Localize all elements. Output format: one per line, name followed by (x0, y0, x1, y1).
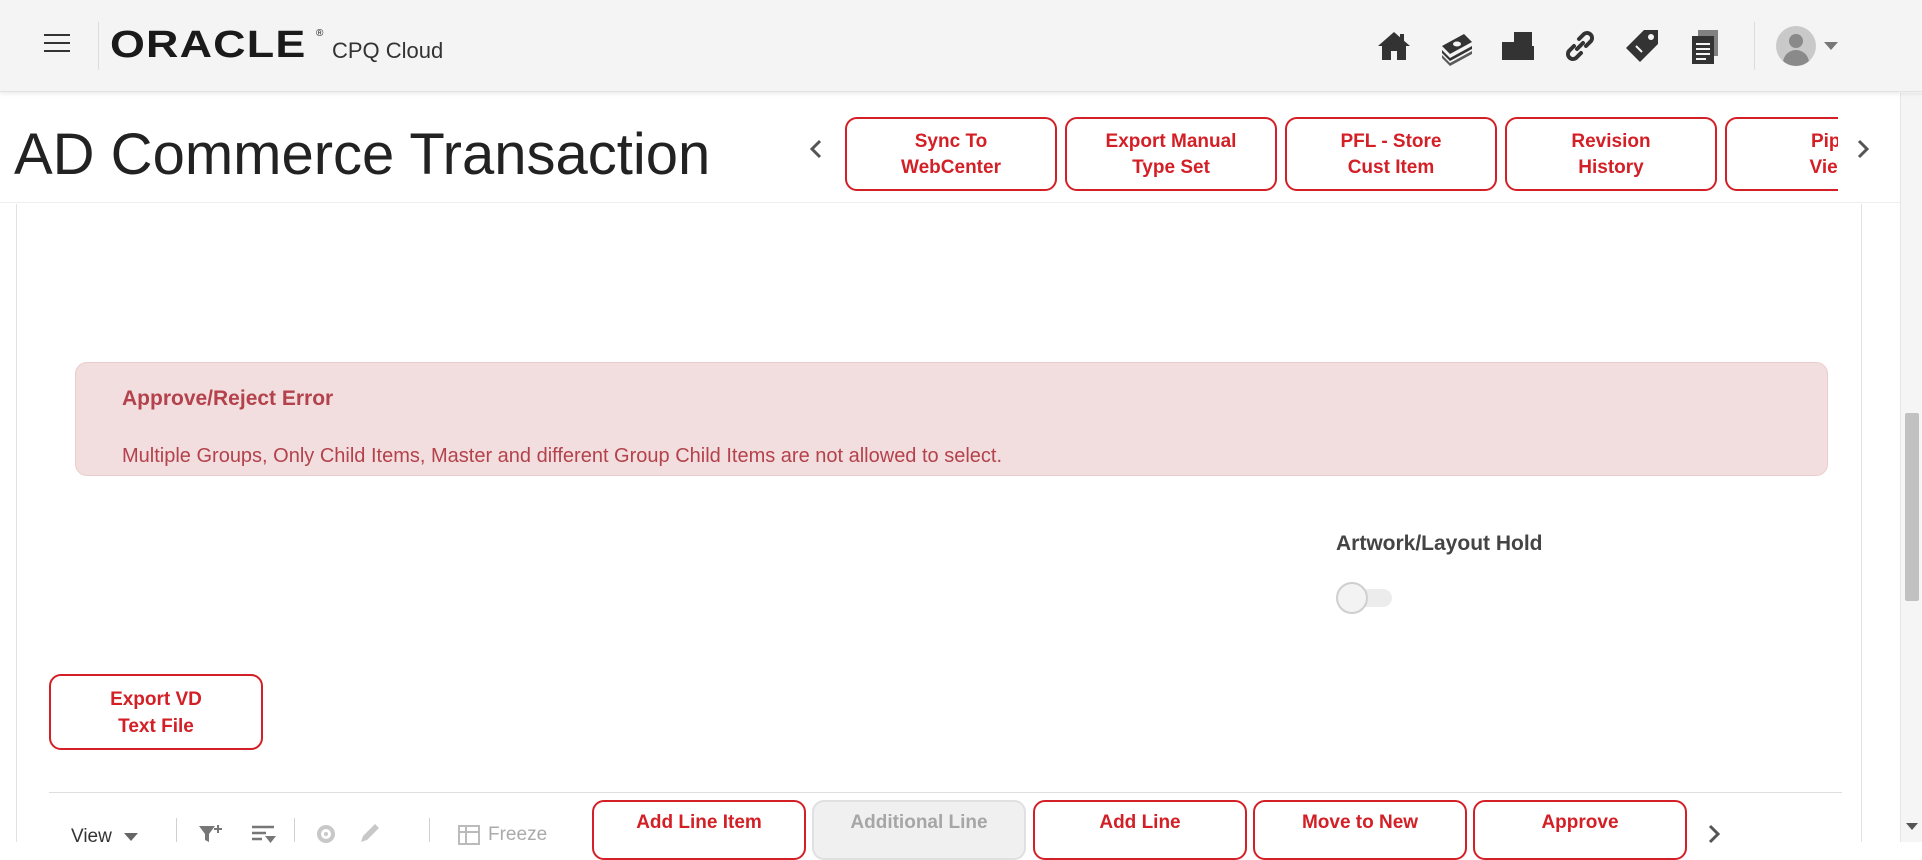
oracle-logo[interactable]: ORACLE ® (110, 24, 323, 66)
error-message: Multiple Groups, Only Child Items, Maste… (122, 445, 1003, 467)
export-vd-text-file-button[interactable]: Export VD Text File (49, 674, 263, 750)
user-menu[interactable] (1776, 24, 1846, 68)
view-label: View (71, 826, 112, 847)
hamburger-menu-icon[interactable] (44, 34, 72, 54)
add-line-button[interactable]: Add Line (1033, 800, 1247, 860)
toolbar-separator (429, 818, 430, 842)
revision-history-button[interactable]: Revision History (1505, 117, 1717, 191)
caret-down-icon (123, 833, 138, 841)
logo-registered-mark: ® (316, 28, 324, 39)
toolbar-chevron-right-icon[interactable] (1702, 822, 1726, 846)
page-header: AD Commerce Transaction Sync To WebCente… (0, 93, 1900, 203)
appbar-divider (98, 22, 99, 70)
settings-gear-icon[interactable] (312, 822, 340, 846)
edit-pencil-icon[interactable] (355, 822, 383, 846)
artwork-layout-hold-label: Artwork/Layout Hold (1336, 532, 1543, 555)
freeze-label: Freeze (488, 824, 548, 845)
product-name: CPQ Cloud (332, 38, 444, 63)
filter-list-icon[interactable] (249, 822, 277, 846)
link-icon[interactable] (1556, 22, 1604, 70)
scroll-down-arrow-icon[interactable] (1906, 823, 1918, 830)
tag-icon[interactable] (1618, 22, 1666, 70)
move-to-new-button[interactable]: Move to New (1253, 800, 1467, 860)
approve-button[interactable]: Approve (1473, 800, 1687, 860)
topicons-divider (1754, 22, 1755, 70)
logo-text: ORACLE (110, 24, 307, 66)
pfl-store-cust-item-button[interactable]: PFL - Store Cust Item (1285, 117, 1497, 191)
caret-down-icon (1824, 42, 1838, 50)
error-title: Approve/Reject Error (122, 387, 334, 410)
page-scrollbar[interactable] (1900, 93, 1922, 842)
sync-to-webcenter-button[interactable]: Sync To WebCenter (845, 117, 1057, 191)
chevron-left-icon[interactable] (804, 137, 828, 161)
pipeline-view-button[interactable]: Pipe View (1725, 117, 1838, 191)
top-navigation-icons (1370, 22, 1728, 70)
app-bar: ORACLE ® CPQ Cloud (0, 0, 1922, 92)
money-icon[interactable] (1432, 22, 1480, 70)
page-title: AD Commerce Transaction (14, 122, 711, 187)
documents-icon[interactable] (1680, 22, 1728, 70)
export-manual-type-set-button[interactable]: Export Manual Type Set (1065, 117, 1277, 191)
toolbar-separator (294, 818, 295, 842)
freeze-columns-icon (458, 825, 480, 845)
artwork-layout-hold-toggle[interactable] (1336, 582, 1394, 614)
view-menu[interactable]: View (71, 826, 138, 848)
header-action-bar: Sync To WebCenter Export Manual Type Set… (845, 117, 1838, 195)
freeze-button[interactable]: Freeze (458, 824, 547, 846)
additional-line-button[interactable]: Additional Line (812, 800, 1026, 860)
section-divider (49, 792, 1842, 793)
folders-icon[interactable] (1494, 22, 1542, 70)
scrollbar-thumb[interactable] (1905, 413, 1919, 601)
toolbar-separator (176, 818, 177, 842)
error-alert: Approve/Reject Error Multiple Groups, On… (75, 362, 1828, 476)
home-icon[interactable] (1370, 22, 1418, 70)
filter-add-icon[interactable] (197, 822, 225, 846)
add-line-item-button[interactable]: Add Line Item (592, 800, 806, 860)
user-avatar-icon (1776, 26, 1816, 66)
chevron-right-icon[interactable] (1851, 137, 1875, 161)
content-frame (16, 204, 1862, 842)
main-content: Approve/Reject Error Multiple Groups, On… (0, 204, 1900, 847)
